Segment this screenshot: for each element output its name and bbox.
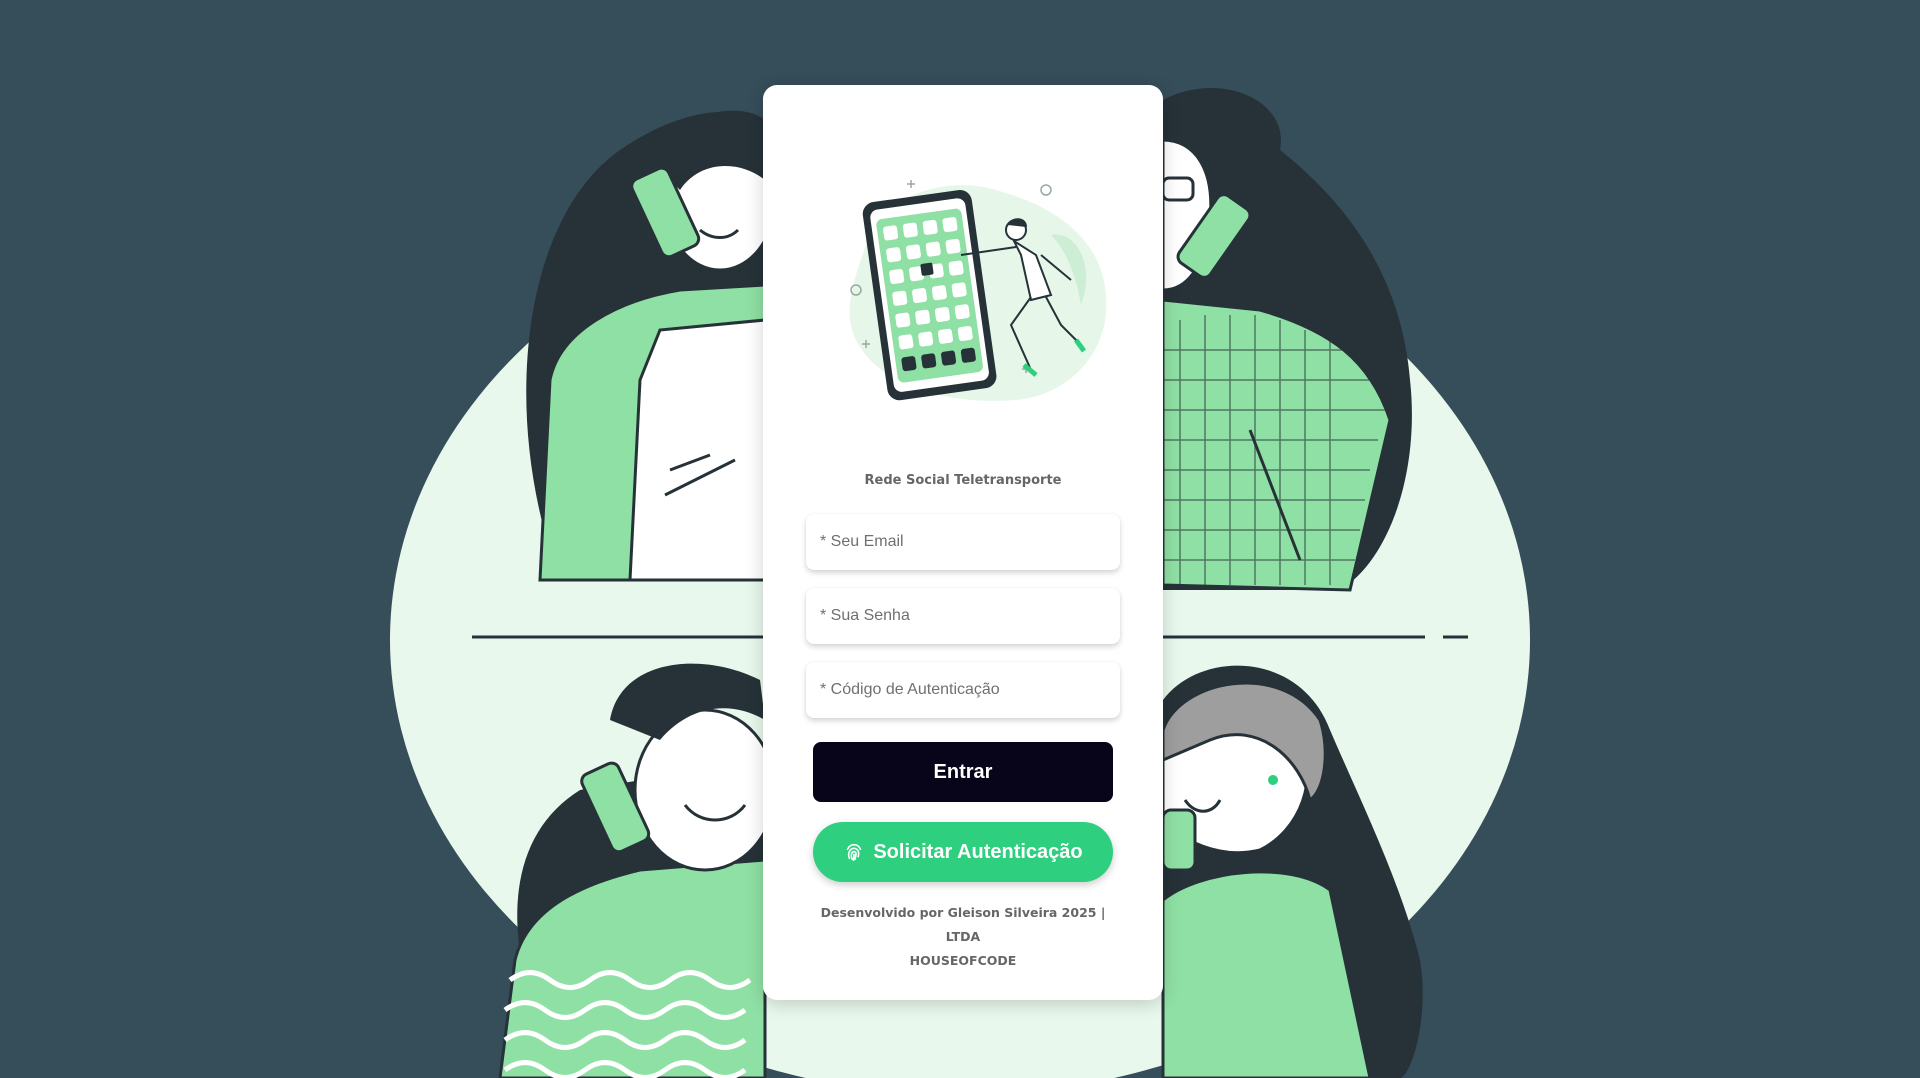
auth-code-field-wrapper xyxy=(806,662,1120,718)
password-field-wrapper xyxy=(806,588,1120,644)
request-auth-button[interactable]: Solicitar Autenticação xyxy=(813,822,1113,882)
auth-code-field[interactable] xyxy=(806,662,1120,718)
app-title: Rede Social Teletransporte xyxy=(864,473,1062,488)
footer-line-2: HOUSEOFCODE xyxy=(909,953,1017,968)
footer-credits: Desenvolvido por Gleison Silveira 2025 |… xyxy=(803,901,1123,973)
person-top-right xyxy=(1161,88,1412,592)
fingerprint-icon xyxy=(847,843,862,862)
request-auth-button-label: Solicitar Autenticação xyxy=(873,840,1083,863)
hero-illustration xyxy=(849,180,1107,401)
login-card: Rede Social Teletransporte Entrar Solici… xyxy=(763,85,1163,1000)
person-top-left xyxy=(526,110,777,582)
login-button[interactable]: Entrar xyxy=(813,742,1113,802)
password-field[interactable] xyxy=(806,588,1120,644)
email-field[interactable] xyxy=(806,514,1120,570)
login-button-label: Entrar xyxy=(933,760,993,783)
email-field-wrapper xyxy=(806,514,1120,570)
footer-line-1: Desenvolvido por Gleison Silveira 2025 |… xyxy=(820,905,1106,944)
